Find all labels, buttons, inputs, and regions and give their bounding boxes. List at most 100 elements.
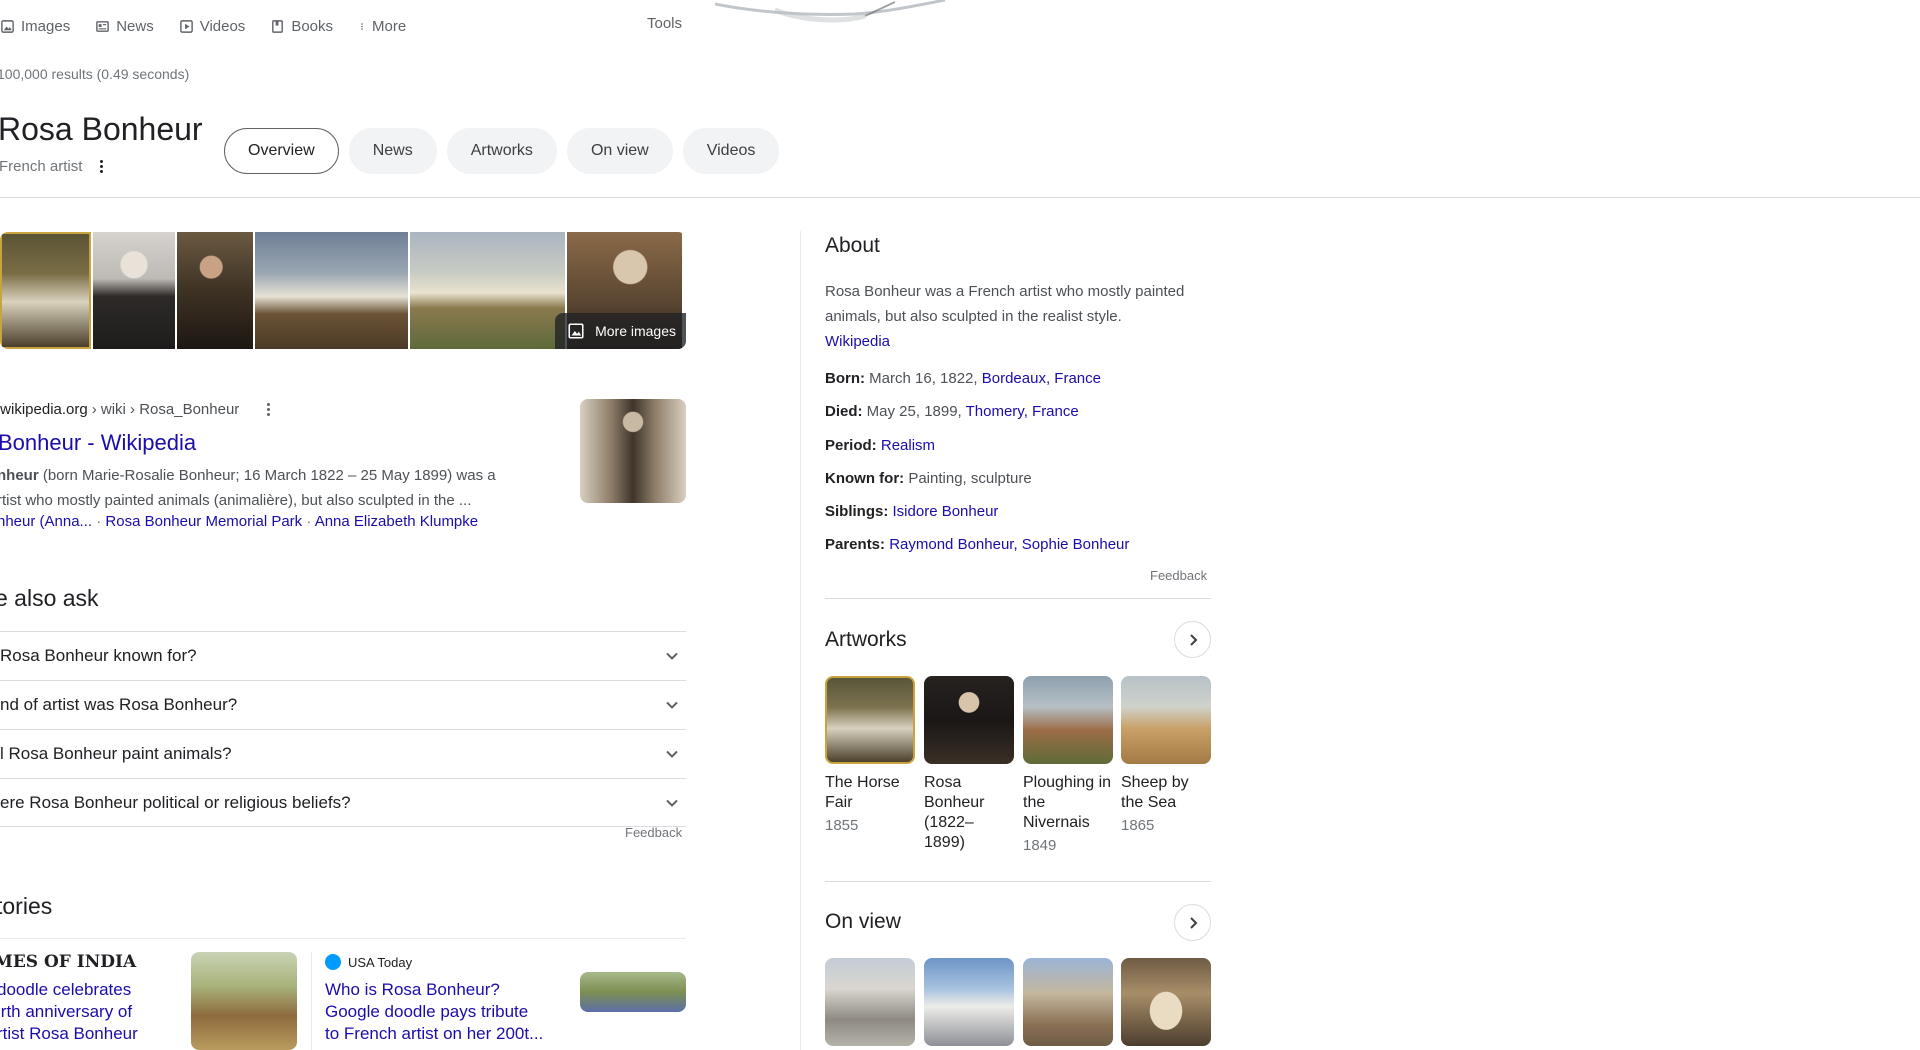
chevron-down-icon bbox=[666, 799, 678, 807]
fact-link[interactable]: Thomery, France bbox=[966, 403, 1079, 420]
museum-image[interactable] bbox=[1121, 958, 1211, 1046]
fact-label: Parents: bbox=[825, 536, 886, 553]
snippet-line-1: (born Marie-Rosalie Bonheur; 16 March 18… bbox=[38, 467, 496, 484]
tab-on-view[interactable]: On view bbox=[566, 128, 673, 174]
nav-images[interactable]: Images bbox=[0, 18, 70, 35]
artworks-divider bbox=[825, 881, 1211, 882]
artwork-name: Rosa Bonheur (1822–1899) bbox=[924, 774, 985, 851]
fact-label: Born: bbox=[825, 370, 865, 387]
fact-label: Period: bbox=[825, 437, 877, 454]
paa-question-text: Rosa Bonheur known for? bbox=[0, 646, 197, 665]
paa-question-text: nd of artist was Rosa Bonheur? bbox=[0, 695, 238, 714]
story-source-name: MES OF INDIA bbox=[0, 952, 137, 972]
snippet-line-2: rtist who mostly painted animals (animal… bbox=[0, 492, 472, 509]
artwork-image bbox=[1023, 676, 1113, 764]
about-divider bbox=[825, 598, 1211, 599]
nav-videos[interactable]: Videos bbox=[179, 18, 245, 35]
artworks-next-button[interactable] bbox=[1174, 621, 1211, 658]
sitelink-separator: · bbox=[92, 513, 106, 530]
paa-question-text: ere Rosa Bonheur political or religious … bbox=[0, 792, 351, 812]
story-title-line: irth anniversary of bbox=[0, 1002, 133, 1021]
entity-subtitle: French artist bbox=[0, 158, 83, 175]
chevron-down-icon bbox=[666, 652, 678, 660]
story-title-line: to French artist on her 200t... bbox=[325, 1024, 544, 1043]
sitelink[interactable]: Anna Elizabeth Klumpke bbox=[315, 513, 478, 530]
nav-news[interactable]: News bbox=[95, 18, 154, 35]
image-thumbnail[interactable] bbox=[0, 232, 91, 349]
fact-link[interactable]: Bordeaux, France bbox=[982, 370, 1101, 387]
artwork-card[interactable]: Sheep by the Sea 1865 bbox=[1121, 676, 1211, 834]
usa-today-logo-icon bbox=[325, 954, 341, 970]
more-options-icon[interactable] bbox=[100, 160, 104, 173]
artwork-card[interactable]: The Horse Fair 1855 bbox=[825, 676, 915, 834]
result-thumbnail[interactable] bbox=[580, 399, 686, 503]
story-title-link[interactable]: Who is Rosa Bonheur? Google doodle pays … bbox=[325, 979, 570, 1045]
story-title-line: doodle celebrates bbox=[0, 980, 132, 999]
paa-question[interactable]: nd of artist was Rosa Bonheur? bbox=[0, 680, 686, 729]
on-view-next-button[interactable] bbox=[1174, 904, 1211, 941]
museum-image[interactable] bbox=[825, 958, 915, 1046]
artwork-name: Sheep by the Sea bbox=[1121, 774, 1189, 811]
artwork-year: 1855 bbox=[825, 817, 859, 834]
about-description: Rosa Bonheur was a French artist who mos… bbox=[825, 279, 1211, 354]
artwork-card[interactable]: Ploughing in the Nivernais 1849 bbox=[1023, 676, 1113, 854]
artwork-card[interactable]: Rosa Bonheur (1822–1899) bbox=[924, 676, 1014, 857]
top-stories-heading: tories bbox=[0, 893, 53, 919]
paa-feedback-link[interactable]: Feedback bbox=[625, 825, 682, 840]
play-icon bbox=[179, 19, 193, 33]
about-feedback-link[interactable]: Feedback bbox=[1150, 568, 1207, 583]
paa-question[interactable]: ere Rosa Bonheur political or religious … bbox=[0, 778, 686, 827]
fact-link[interactable]: Realism bbox=[881, 437, 935, 454]
nav-more[interactable]: More bbox=[358, 18, 406, 35]
artworks-heading: Artworks bbox=[825, 628, 907, 651]
nav-more-label: More bbox=[372, 17, 407, 35]
fact-died: Died: May 25, 1899, Thomery, France bbox=[825, 403, 1079, 420]
fact-link[interactable]: Raymond Bonheur, Sophie Bonheur bbox=[889, 536, 1129, 553]
paa-question[interactable]: l Rosa Bonheur paint animals? bbox=[0, 729, 686, 778]
book-icon bbox=[272, 19, 284, 33]
paa-question-text: l Rosa Bonheur paint animals? bbox=[0, 744, 232, 763]
more-images-label: More images bbox=[595, 323, 676, 339]
fact-link[interactable]: Isidore Bonheur bbox=[893, 503, 999, 520]
fact-parents: Parents: Raymond Bonheur, Sophie Bonheur bbox=[825, 536, 1129, 553]
entity-tabs: Overview News Artworks On view Videos bbox=[224, 128, 780, 174]
chevron-down-icon bbox=[666, 701, 678, 709]
about-source-link[interactable]: Wikipedia bbox=[825, 333, 890, 350]
nav-images-label: Images bbox=[21, 17, 71, 35]
paa-question[interactable]: Rosa Bonheur known for? bbox=[0, 631, 686, 680]
story-thumbnail[interactable] bbox=[580, 972, 686, 1012]
story-thumbnail[interactable] bbox=[191, 952, 297, 1050]
tab-overview[interactable]: Overview bbox=[224, 128, 339, 174]
fact-value: Painting, sculpture bbox=[904, 470, 1032, 487]
column-divider bbox=[800, 231, 801, 1050]
nav-books[interactable]: Books bbox=[270, 18, 333, 35]
tab-news[interactable]: News bbox=[348, 128, 437, 174]
result-options-icon[interactable] bbox=[267, 403, 271, 416]
result-url-path: › wiki › Rosa_Bonheur bbox=[91, 401, 240, 418]
fact-known-for: Known for: Painting, sculpture bbox=[825, 470, 1032, 487]
image-strip: More images bbox=[0, 232, 686, 349]
fact-value: March 16, 1822, bbox=[865, 370, 982, 387]
sitelink[interactable]: Rosa Bonheur Memorial Park bbox=[105, 513, 302, 530]
chevron-right-icon bbox=[1189, 916, 1197, 929]
museum-image[interactable] bbox=[1023, 958, 1113, 1046]
news-icon bbox=[96, 20, 110, 32]
artwork-name: The Horse Fair bbox=[825, 774, 900, 811]
artwork-image bbox=[924, 676, 1014, 764]
sitelink[interactable]: nheur (Anna... bbox=[0, 513, 92, 530]
snippet-bold: nheur bbox=[0, 467, 39, 484]
image-thumbnail[interactable] bbox=[93, 232, 175, 349]
image-thumbnail[interactable] bbox=[255, 232, 408, 349]
image-thumbnail[interactable] bbox=[177, 232, 253, 349]
tab-artworks[interactable]: Artworks bbox=[446, 128, 557, 174]
entity-title: Rosa Bonheur bbox=[0, 111, 203, 147]
more-images-button[interactable]: More images bbox=[555, 313, 686, 349]
tools-button[interactable]: Tools bbox=[647, 15, 682, 32]
image-thumbnail[interactable] bbox=[410, 232, 565, 349]
story-title-link[interactable]: doodle celebrates irth anniversary of rt… bbox=[0, 979, 172, 1045]
result-url[interactable]: .wikipedia.org › wiki › Rosa_Bonheur bbox=[0, 401, 271, 418]
entity-subtitle-row: French artist bbox=[0, 158, 104, 175]
museum-image[interactable] bbox=[924, 958, 1014, 1046]
result-title-link[interactable]: Bonheur - Wikipedia bbox=[0, 430, 196, 456]
tab-videos[interactable]: Videos bbox=[682, 128, 780, 174]
